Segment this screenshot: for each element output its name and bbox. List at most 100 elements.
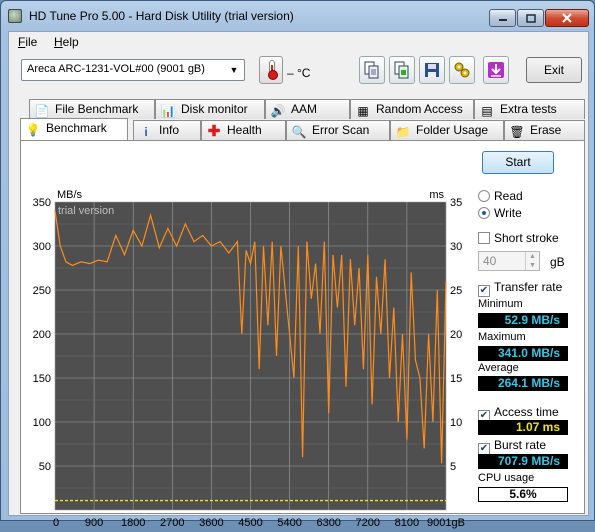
short-stroke-checkbox[interactable]: Short stroke bbox=[478, 231, 559, 245]
y-tick-label-right: 20 bbox=[450, 329, 462, 341]
maximize-icon bbox=[525, 13, 536, 23]
tab-file-benchmark[interactable]: 📄 File Benchmark bbox=[29, 99, 155, 119]
short-stroke-unit: gB bbox=[550, 255, 565, 269]
trial-watermark: trial version bbox=[58, 205, 114, 217]
tab-label: File Benchmark bbox=[55, 102, 139, 116]
x-tick-label: 2700 bbox=[160, 517, 184, 529]
maximum-value: 341.0 MB/s bbox=[478, 346, 568, 361]
transfer-rate-checkbox[interactable]: ✔ Transfer rate bbox=[478, 280, 562, 297]
y-tick-label-right: 15 bbox=[450, 373, 462, 385]
tab-aam[interactable]: 🔊 AAM bbox=[265, 99, 350, 119]
y-axis-label-left: MB/s bbox=[57, 189, 83, 201]
checkmark-icon: ✔ bbox=[478, 285, 490, 297]
burst-rate-checkbox[interactable]: ✔ Burst rate bbox=[478, 438, 546, 455]
burst-rate-value: 707.9 MB/s bbox=[478, 454, 568, 469]
minimize-button[interactable] bbox=[489, 9, 516, 27]
y-tick-label-right: 30 bbox=[450, 241, 462, 253]
title-bar[interactable]: HD Tune Pro 5.00 - Hard Disk Utility (tr… bbox=[1, 1, 594, 31]
average-label: Average bbox=[478, 362, 519, 374]
y-tick-label-left: 150 bbox=[33, 373, 51, 385]
maximum-label: Maximum bbox=[478, 331, 526, 343]
copy-info-icon bbox=[364, 61, 379, 79]
tab-disk-monitor[interactable]: 📊 Disk monitor bbox=[155, 99, 265, 119]
x-tick-label: 7200 bbox=[356, 517, 380, 529]
cpu-usage-value: 5.6% bbox=[478, 487, 568, 502]
read-radio[interactable]: Read bbox=[478, 189, 523, 203]
client-area: File Help Areca ARC-1231-VOL#00 (9001 gB… bbox=[8, 31, 589, 529]
app-icon bbox=[8, 9, 22, 23]
copy-screenshot-button[interactable] bbox=[389, 56, 415, 84]
minimum-value: 52.9 MB/s bbox=[478, 313, 568, 328]
x-tick-label: 8100 bbox=[395, 517, 419, 529]
copy-info-button[interactable] bbox=[359, 56, 385, 84]
close-button[interactable] bbox=[545, 9, 589, 27]
short-stroke-value: 40 bbox=[483, 254, 497, 268]
y-tick-label-right: 5 bbox=[450, 461, 456, 473]
x-tick-label: 1800 bbox=[121, 517, 145, 529]
y-tick-label-right: 25 bbox=[450, 285, 462, 297]
cpu-usage-label: CPU usage bbox=[478, 472, 535, 484]
trash-icon: 🗑 bbox=[509, 125, 525, 139]
spinner-arrows-icon[interactable]: ▲ ▼ bbox=[525, 252, 539, 270]
x-tick-label: 900 bbox=[85, 517, 103, 529]
start-button[interactable]: Start bbox=[482, 151, 554, 174]
x-tick-label: 0 bbox=[53, 517, 59, 529]
tab-label: Random Access bbox=[376, 102, 463, 116]
app-window: HD Tune Pro 5.00 - Hard Disk Utility (tr… bbox=[0, 0, 595, 529]
y-tick-label-left: 300 bbox=[33, 241, 51, 253]
average-value: 264.1 MB/s bbox=[478, 376, 568, 391]
options-icon bbox=[454, 62, 470, 78]
access-time-label: Access time bbox=[494, 405, 559, 419]
x-tick-label: 3600 bbox=[199, 517, 223, 529]
access-time-value: 1.07 ms bbox=[478, 420, 568, 435]
read-label: Read bbox=[494, 189, 523, 203]
extra-tests-icon: ▤ bbox=[481, 104, 493, 118]
thermometer-icon bbox=[268, 60, 278, 80]
y-axis-label-right: ms bbox=[429, 189, 444, 201]
y-tick-label-left: 100 bbox=[33, 417, 51, 429]
dropdown-arrow-icon: ▼ bbox=[229, 65, 239, 75]
write-radio[interactable]: Write bbox=[478, 206, 522, 220]
download-icon bbox=[488, 62, 504, 78]
benchmark-chart: 350 300 250 200 150 100 50 35 30 25 20 15 10 5 MB/s ms 0… bbox=[33, 189, 465, 529]
write-label: Write bbox=[494, 206, 522, 220]
x-tick-label: 4500 bbox=[238, 517, 262, 529]
y-tick-label-right: 35 bbox=[450, 197, 462, 209]
minimize-icon bbox=[498, 19, 507, 21]
tab-label: Benchmark bbox=[46, 121, 107, 135]
x-tick-label: 5400 bbox=[277, 517, 301, 529]
menu-help[interactable]: Help bbox=[54, 35, 79, 49]
tab-random-access[interactable]: ▦ Random Access bbox=[350, 99, 474, 119]
copy-screenshot-icon bbox=[394, 61, 409, 79]
short-stroke-label: Short stroke bbox=[494, 231, 559, 245]
tab-extra-tests[interactable]: ▤ Extra tests bbox=[474, 99, 585, 119]
save-button[interactable] bbox=[419, 56, 445, 84]
speaker-icon: 🔊 bbox=[270, 104, 286, 118]
radio-dot bbox=[478, 190, 490, 202]
save-icon bbox=[425, 63, 439, 77]
menu-bar: File Help bbox=[9, 32, 588, 51]
tab-benchmark[interactable]: 💡 Benchmark bbox=[20, 118, 128, 140]
benchmark-icon: 💡 bbox=[25, 123, 41, 137]
window-title: HD Tune Pro 5.00 - Hard Disk Utility (tr… bbox=[29, 9, 294, 23]
drive-select-value: Areca ARC-1231-VOL#00 (9001 gB) bbox=[27, 63, 205, 75]
tab-erase[interactable]: 🗑 Erase bbox=[504, 120, 585, 140]
transfer-rate-label: Transfer rate bbox=[494, 280, 563, 294]
x-tick-label: 6300 bbox=[316, 517, 340, 529]
y-tick-label-left: 200 bbox=[33, 329, 51, 341]
exit-button[interactable]: Exit bbox=[526, 57, 582, 83]
options-button[interactable] bbox=[449, 56, 475, 84]
radio-dot bbox=[478, 207, 490, 219]
tab-label: AAM bbox=[291, 102, 318, 116]
menu-file[interactable]: File bbox=[18, 35, 37, 49]
short-stroke-spinner[interactable]: 40 ▲ ▼ bbox=[478, 251, 540, 271]
minimum-label: Minimum bbox=[478, 298, 523, 310]
temperature-button[interactable] bbox=[259, 56, 283, 84]
maximize-button[interactable] bbox=[517, 9, 544, 27]
tab-label: Erase bbox=[530, 123, 562, 137]
close-icon bbox=[562, 13, 572, 23]
y-tick-label-right: 10 bbox=[450, 417, 462, 429]
drive-select[interactable]: Areca ARC-1231-VOL#00 (9001 gB) ▼ bbox=[21, 59, 245, 81]
burst-rate-label: Burst rate bbox=[494, 438, 547, 452]
download-button[interactable] bbox=[483, 56, 509, 84]
